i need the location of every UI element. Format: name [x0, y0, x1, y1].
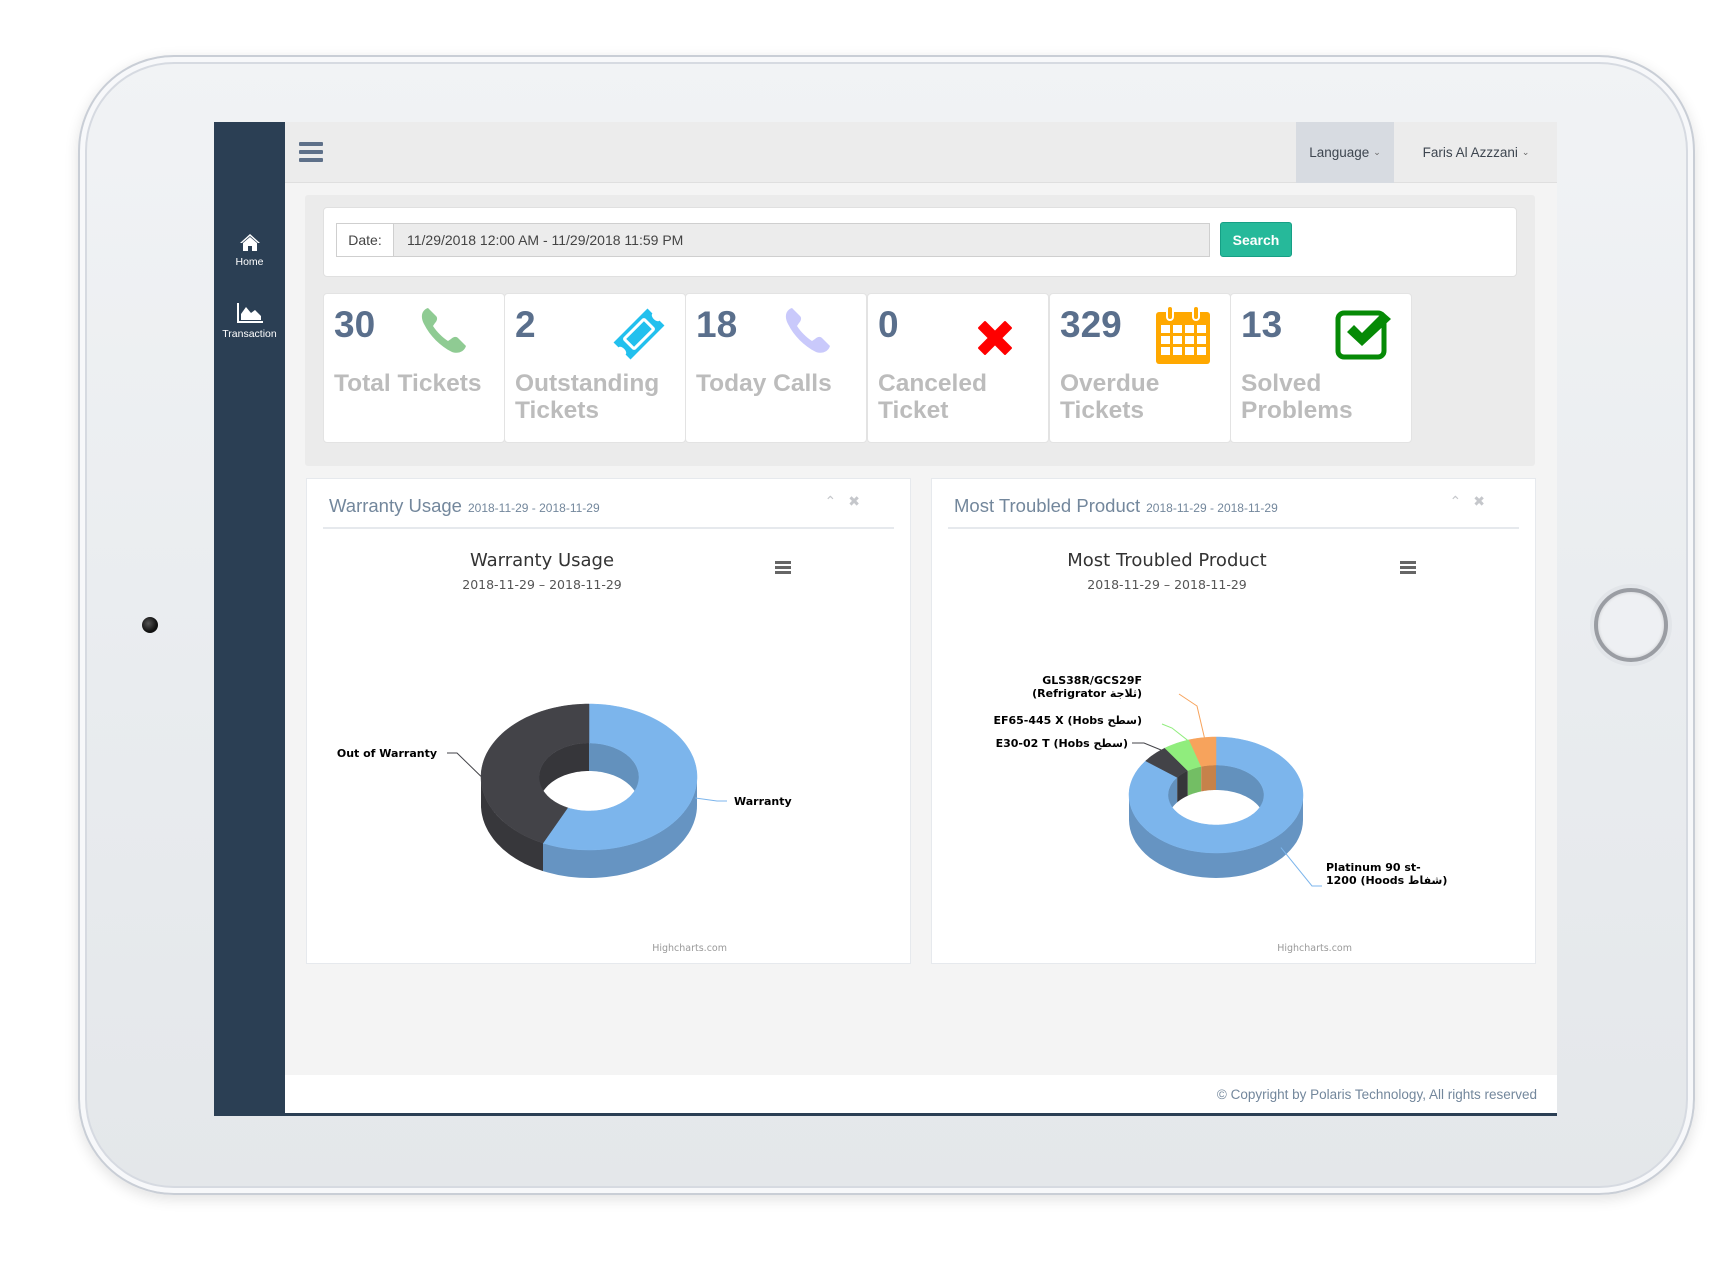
label-connector — [1178, 693, 1205, 738]
label-connector — [695, 797, 727, 802]
stat-label: Outstanding Tickets — [515, 370, 660, 424]
panel-date-range: 2018-11-29 - 2018-11-29 — [467, 501, 600, 515]
sidebar-item-transaction[interactable]: Transaction — [214, 302, 285, 340]
stat-card-outstanding-tickets[interactable]: 2 Outstanding Tickets — [504, 293, 686, 443]
most-troubled-product-chart: Most Troubled Product 2018-11-29 – 2018-1… — [993, 550, 1447, 954]
data-label: Platinum 90 st- — [1326, 861, 1421, 874]
highcharts-credit[interactable]: Highcharts.com — [1277, 943, 1352, 954]
chevron-down-icon: ⌄ — [1373, 147, 1381, 157]
highcharts-credit[interactable]: Highcharts.com — [652, 943, 727, 954]
stat-value: 2 — [515, 304, 536, 345]
home-icon — [239, 234, 260, 251]
chart-title: Most Troubled Product — [1067, 550, 1266, 571]
stat-card-overdue-tickets[interactable]: 329 Overdue Tickets — [1049, 293, 1231, 443]
chart-subtitle: 2018-11-29 – 2018-11-29 — [462, 577, 622, 592]
label-connector — [1161, 723, 1188, 741]
stat-label: Today Calls — [696, 370, 832, 397]
home-button[interactable] — [1594, 588, 1668, 662]
stat-label: Total Tickets — [334, 370, 482, 397]
chart-menu-icon[interactable] — [775, 561, 791, 574]
chevron-up-icon[interactable]: ⌃ — [825, 493, 837, 509]
language-label: Language — [1309, 145, 1370, 160]
warranty-usage-panel: Warranty Usage 2018-11-29 - 2018-11-29 ⌃ ✖… — [306, 478, 911, 964]
sidebar-item-label: Home — [235, 256, 264, 268]
data-label: Out of Warranty — [337, 747, 437, 760]
calendar-icon — [1156, 305, 1210, 364]
stat-card-canceled-ticket[interactable]: 0 Canceled Ticket — [867, 293, 1049, 443]
stat-value: 18 — [696, 304, 738, 345]
area-chart-icon — [236, 303, 263, 323]
label-connector — [447, 752, 482, 777]
chart-subtitle: 2018-11-29 – 2018-11-29 — [1087, 577, 1247, 592]
chart-menu-icon[interactable] — [1400, 561, 1416, 574]
stat-card-total-tickets[interactable]: 30 Total Tickets — [323, 293, 505, 443]
dashboard-summary: Date: 11/29/2018 12:00 AM - 11/29/2018 1… — [305, 195, 1535, 466]
panel-header: Most Troubled Product 2018-11-29 - 2018-1… — [948, 479, 1519, 529]
close-icon — [978, 321, 1012, 355]
data-label: GLS38R/GCS29F — [1042, 674, 1142, 687]
sidebar-item-home[interactable]: Home — [214, 232, 285, 268]
stat-value: 13 — [1241, 304, 1283, 345]
sidebar: Home Transaction — [214, 122, 285, 1116]
close-icon[interactable]: ✖ — [1473, 493, 1485, 509]
panel-date-range: 2018-11-29 - 2018-11-29 — [1146, 501, 1278, 515]
stat-card-today-calls[interactable]: 18 Today Calls — [685, 293, 867, 443]
check-square-icon — [1335, 310, 1391, 360]
panel-title: Warranty Usage — [329, 495, 462, 516]
warranty-usage-chart: Warranty Usage 2018-11-29 – 2018-11-29 Hig… — [337, 550, 792, 954]
copyright-text: © Copyright by Polaris Technology, All r… — [1216, 1087, 1537, 1102]
slice-inner-wall — [1201, 765, 1216, 792]
language-dropdown[interactable]: Language ⌄ — [1296, 122, 1394, 183]
stat-label: Solved Problems — [1241, 370, 1353, 424]
label-connector — [1132, 742, 1162, 751]
topbar: Language ⌄ Faris Al Azzzani ⌄ — [285, 122, 1557, 183]
chevron-up-icon[interactable]: ⌃ — [1450, 493, 1462, 509]
donut-group — [480, 703, 698, 878]
phone-icon — [785, 308, 830, 353]
stat-label: Canceled Ticket — [878, 370, 987, 424]
date-filter-panel: Date: 11/29/2018 12:00 AM - 11/29/2018 1… — [323, 207, 1517, 277]
close-icon[interactable]: ✖ — [848, 493, 860, 509]
chevron-down-icon: ⌄ — [1521, 147, 1530, 157]
bottom-bar — [214, 1113, 1557, 1116]
slice-inner-wall — [1187, 766, 1202, 796]
search-button[interactable]: Search — [1220, 222, 1292, 257]
hamburger-icon[interactable] — [299, 142, 323, 162]
date-range-input[interactable]: 11/29/2018 12:00 AM - 11/29/2018 11:59 P… — [394, 223, 1210, 257]
user-name: Faris Al Azzzani — [1422, 145, 1518, 160]
most-troubled-product-panel: Most Troubled Product 2018-11-29 - 2018-1… — [931, 478, 1536, 964]
stat-value: 329 — [1060, 304, 1122, 345]
footer: © Copyright by Polaris Technology, All r… — [285, 1075, 1557, 1113]
sidebar-item-label: Transaction — [222, 328, 277, 340]
ticket-icon — [613, 308, 665, 360]
phone-icon — [421, 308, 466, 353]
donut-group — [1128, 736, 1304, 878]
data-label: EF65-445 X (Hobs سطح) — [993, 714, 1142, 727]
data-label: 1200 (Hoods شفاط) — [1326, 874, 1447, 887]
date-label: Date: — [336, 223, 394, 257]
panel-header: Warranty Usage 2018-11-29 - 2018-11-29 ⌃ ✖ — [323, 479, 894, 529]
chart-title: Warranty Usage — [470, 550, 614, 571]
stat-value: 0 — [878, 304, 899, 345]
stat-card-solved-problems[interactable]: 13 Solved Problems — [1230, 293, 1412, 443]
data-label: (Refrigrator ثلاجة) — [1032, 687, 1142, 700]
user-menu-dropdown[interactable]: Faris Al Azzzani ⌄ — [1394, 122, 1557, 183]
camera-icon — [142, 617, 158, 633]
data-label: Warranty — [734, 795, 792, 808]
panel-title: Most Troubled Product — [954, 495, 1141, 516]
screen: Home Transaction Language ⌄ Faris Al Azz… — [214, 122, 1557, 1116]
stat-value: 30 — [334, 304, 376, 345]
stat-label: Overdue Tickets — [1060, 370, 1160, 424]
data-label: E30-02 T (Hobs سطح) — [996, 737, 1128, 750]
